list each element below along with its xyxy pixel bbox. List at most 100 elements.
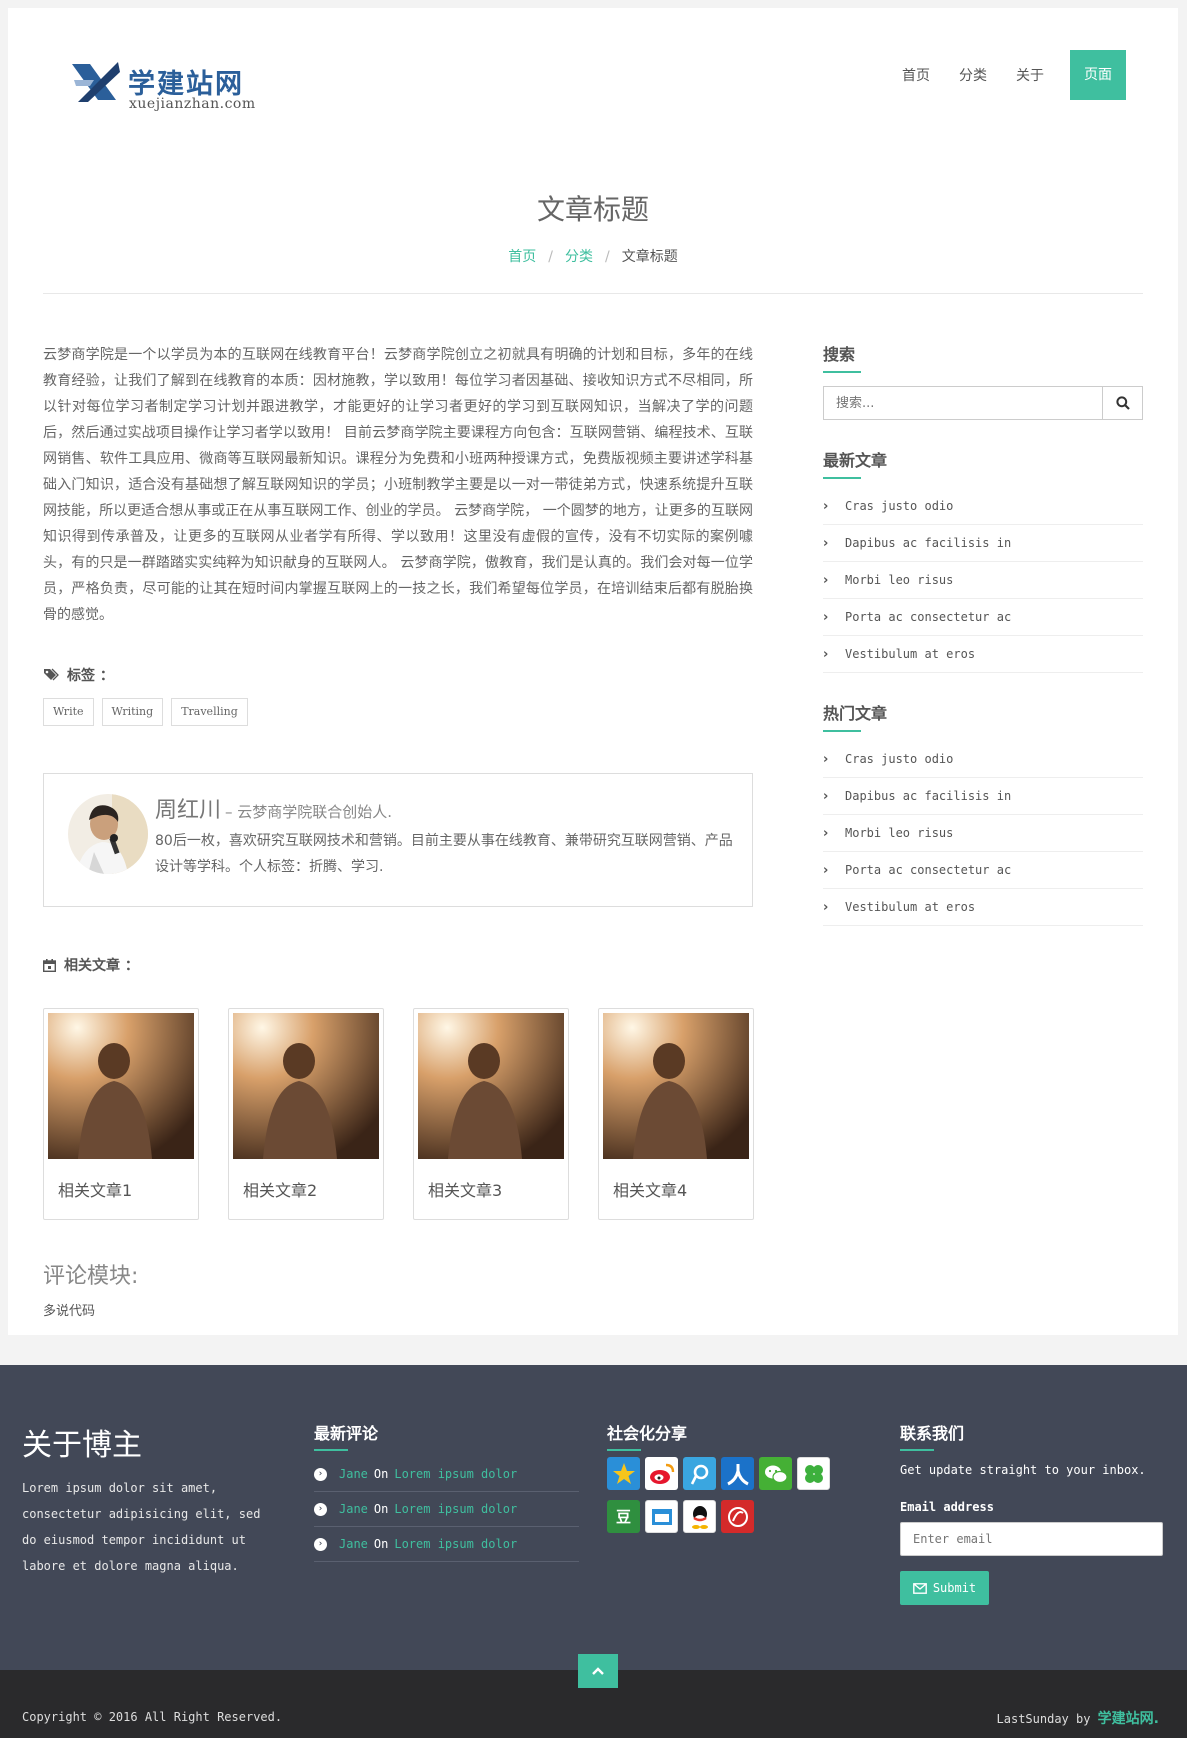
divider	[43, 293, 1143, 294]
tags-label: 标签 ：	[67, 668, 114, 684]
latest-item[interactable]: › Porta ac consectetur ac	[823, 599, 1143, 636]
related-card[interactable]: 相关文章1	[43, 1008, 199, 1220]
weibo-icon[interactable]	[645, 1457, 678, 1490]
popular-item[interactable]: › Cras justo odio	[823, 741, 1143, 778]
footer-comment[interactable]: › Jane On Lorem ipsum dolor	[314, 1527, 579, 1562]
related-card[interactable]: 相关文章3	[413, 1008, 569, 1220]
envelope-icon	[912, 1582, 927, 1594]
chevron-circle-icon: ›	[314, 1537, 327, 1551]
author-name: 周红川 – 云梦商学院联合创始人.	[155, 798, 393, 823]
popular-item[interactable]: › Morbi leo risus	[823, 815, 1143, 852]
related-title: 相关文章1	[58, 1181, 133, 1200]
footer-about-title: 关于博主	[22, 1428, 142, 1463]
qzone-icon[interactable]	[607, 1457, 640, 1490]
page-title: 文章标题	[536, 193, 649, 226]
douban-icon[interactable]: 豆	[607, 1500, 640, 1533]
breadcrumb-category[interactable]: 分类	[565, 249, 593, 265]
tencent-weibo-icon[interactable]	[683, 1457, 716, 1490]
related-posts: 相关文章1 相关文章2 相关文章3 相关文章4	[43, 1008, 783, 1220]
related-thumbnail	[418, 1013, 564, 1159]
popular-heading: 热门文章	[823, 700, 887, 732]
related-thumbnail	[233, 1013, 379, 1159]
breadcrumb-separator: /	[548, 249, 553, 265]
chevron-right-icon: ›	[823, 899, 829, 915]
submit-button[interactable]: Submit	[900, 1571, 989, 1605]
logo-subtitle: xuejianzhan.com	[129, 96, 256, 112]
related-card[interactable]: 相关文章4	[598, 1008, 754, 1220]
chevron-right-icon: ›	[823, 788, 829, 804]
footer-comments-title: 最新评论	[314, 1420, 378, 1451]
search-button[interactable]	[1102, 387, 1142, 419]
page-container: 学建站网 xuejianzhan.com 首页 分类 关于 页面 文章标题 首页…	[8, 8, 1178, 1335]
chevron-right-icon: ›	[823, 825, 829, 841]
netease-icon[interactable]	[721, 1500, 754, 1533]
popular-list: › Cras justo odio › Dapibus ac facilisis i…	[823, 741, 1143, 926]
latest-item[interactable]: › Vestibulum at eros	[823, 636, 1143, 673]
search-input[interactable]	[824, 387, 1102, 419]
popular-item[interactable]: › Porta ac consectetur ac	[823, 852, 1143, 889]
footer-about-text: Lorem ipsum dolor sit amet, consectetur …	[22, 1481, 261, 1573]
footer-comment[interactable]: › Jane On Lorem ipsum dolor	[314, 1457, 579, 1492]
search-icon	[1115, 396, 1130, 410]
search-box	[823, 386, 1143, 420]
chevron-right-icon: ›	[823, 535, 829, 551]
article-body: 云梦商学院是一个以学员为本的互联网在线教育平台！云梦商学院创立之初就具有明确的计…	[43, 347, 753, 623]
chevron-right-icon: ›	[823, 862, 829, 878]
chevron-right-icon: ›	[823, 498, 829, 514]
popular-item[interactable]: › Vestibulum at eros	[823, 889, 1143, 926]
nav-about[interactable]: 关于	[1016, 65, 1044, 85]
author-role: – 云梦商学院联合创始人.	[225, 803, 393, 821]
credit-link[interactable]: 学建站网.	[1098, 1711, 1159, 1727]
share-icons: 豆	[607, 1457, 847, 1543]
tag-travelling[interactable]: Travelling	[171, 698, 248, 726]
site-footer: 关于博主 Lorem ipsum dolor sit amet, consect…	[0, 1365, 1187, 1670]
footer-share-title: 社会化分享	[607, 1420, 687, 1451]
tags-heading: 标签 ：	[43, 665, 114, 685]
comments-title: 评论模块:	[43, 1264, 139, 1289]
latest-list: › Cras justo odio › Dapibus ac facilisis i…	[823, 488, 1143, 673]
kaixin-icon[interactable]	[797, 1457, 830, 1490]
latest-heading: 最新文章	[823, 447, 887, 479]
footer-contact-title: 联系我们	[900, 1420, 964, 1451]
related-card[interactable]: 相关文章2	[228, 1008, 384, 1220]
chevron-up-icon	[592, 1667, 604, 1675]
tag-writing[interactable]: Writing	[101, 698, 164, 726]
related-label: 相关文章 ：	[64, 958, 139, 974]
nav-pages[interactable]: 页面	[1070, 50, 1126, 100]
author-avatar	[68, 794, 148, 874]
tag-list: Write Writing Travelling	[43, 698, 256, 726]
footer-contact-text: Get update straight to your inbox.	[900, 1463, 1146, 1477]
popular-item[interactable]: › Dapibus ac facilisis in	[823, 778, 1143, 815]
credit-text: LastSunday by 学建站网.	[996, 1711, 1159, 1727]
nav-category[interactable]: 分类	[959, 65, 987, 85]
tags-icon	[44, 668, 59, 681]
chevron-right-icon: ›	[823, 751, 829, 767]
qq-icon[interactable]	[683, 1500, 716, 1533]
latest-item[interactable]: › Dapibus ac facilisis in	[823, 525, 1143, 562]
comments-placeholder: 多说代码	[43, 1304, 96, 1319]
chevron-circle-icon: ›	[314, 1467, 327, 1481]
nav-home[interactable]: 首页	[902, 65, 930, 85]
email-field[interactable]	[900, 1522, 1163, 1556]
email-label: Email address	[900, 1500, 994, 1514]
back-to-top-button[interactable]	[578, 1654, 618, 1688]
chevron-right-icon: ›	[823, 646, 829, 662]
tag-write[interactable]: Write	[43, 698, 94, 726]
breadcrumb-home[interactable]: 首页	[508, 249, 536, 265]
chevron-circle-icon: ›	[314, 1502, 327, 1516]
search-heading: 搜索	[823, 341, 862, 373]
breadcrumb: 首页 / 分类 / 文章标题	[8, 246, 1178, 266]
site-logo[interactable]: 学建站网 xuejianzhan.com	[70, 54, 280, 114]
main-nav: 首页 分类 关于 页面	[873, 50, 1126, 100]
wechat-icon[interactable]	[759, 1457, 792, 1490]
breadcrumb-separator: /	[605, 249, 610, 265]
renren-icon[interactable]	[721, 1457, 754, 1490]
pengyou-icon[interactable]	[645, 1500, 678, 1533]
footer-comment[interactable]: › Jane On Lorem ipsum dolor	[314, 1492, 579, 1527]
latest-item[interactable]: › Cras justo odio	[823, 488, 1143, 525]
related-thumbnail	[48, 1013, 194, 1159]
breadcrumb-current: 文章标题	[621, 249, 678, 265]
latest-item[interactable]: › Morbi leo risus	[823, 562, 1143, 599]
related-title: 相关文章3	[428, 1181, 503, 1200]
chevron-right-icon: ›	[823, 572, 829, 588]
